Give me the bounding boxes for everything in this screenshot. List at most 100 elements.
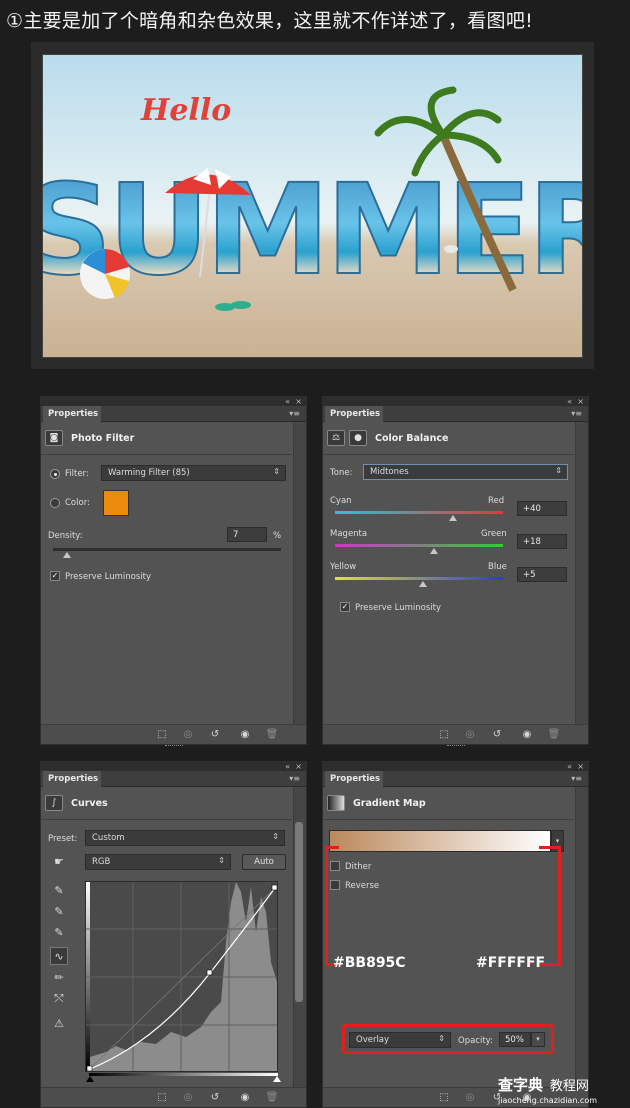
color-radio[interactable] (50, 498, 60, 508)
filter-select[interactable]: Warming Filter (85) ⇕ (101, 465, 286, 481)
cyan-red-value[interactable]: +40 (517, 501, 567, 516)
opacity-label: Opacity: (458, 1036, 493, 1046)
close-icon[interactable]: × (577, 397, 584, 406)
preset-select[interactable]: Custom ⇕ (85, 830, 285, 846)
reset-icon[interactable]: ↺ (208, 729, 222, 741)
close-icon[interactable]: × (577, 762, 584, 771)
preserve-luminosity-checkbox[interactable]: ✓ (50, 571, 60, 581)
balance-scale-icon: ⚖ (327, 430, 345, 446)
pencil-tool-icon[interactable]: ✏ (50, 969, 68, 987)
cyan-red-slider-thumb[interactable] (449, 515, 457, 521)
panel-tabbar: Properties ▾≡ (323, 771, 588, 787)
panel-menu-icon[interactable]: ▾≡ (571, 774, 582, 783)
panel-scrollbar[interactable] (293, 422, 306, 724)
panel-scrollbar[interactable] (575, 787, 588, 1087)
panel-title: Gradient Map (353, 797, 426, 809)
gray-point-eyedropper-icon[interactable]: ✎ (50, 903, 68, 921)
white-input-slider[interactable] (273, 1076, 281, 1082)
panel-menu-icon[interactable]: ▾≡ (289, 409, 300, 418)
panel-header: ⚖ ● Color Balance (327, 427, 566, 449)
resize-grip[interactable] (164, 745, 183, 747)
photo-filter-panel: « × Properties ▾≡ ◙ Photo Filter Filter:… (40, 396, 307, 747)
close-icon[interactable]: × (295, 397, 302, 406)
density-slider-track[interactable] (53, 548, 281, 551)
collapse-icon[interactable]: « (285, 762, 290, 771)
density-slider-thumb[interactable] (63, 552, 71, 558)
blend-mode-select[interactable]: Overlay ⇕ (349, 1032, 451, 1048)
clip-to-layer-icon[interactable]: ⬚ (155, 1092, 169, 1104)
panel-menu-icon[interactable]: ▾≡ (289, 774, 300, 783)
smooth-icon[interactable]: ⤲ (50, 990, 68, 1008)
view-previous-icon[interactable]: ◎ (463, 729, 477, 741)
watermark: 查字典 教程网 jiaocheng.chazidian.com (498, 1074, 626, 1106)
preserve-luminosity-label: Preserve Luminosity (355, 603, 441, 613)
yellow-blue-value[interactable]: +5 (517, 567, 567, 582)
color-swatch[interactable] (103, 490, 129, 516)
start-color-hex-label: #BB895C (333, 955, 406, 971)
black-input-slider[interactable] (86, 1076, 94, 1082)
reset-icon[interactable]: ↺ (490, 729, 504, 741)
view-previous-icon[interactable]: ◎ (463, 1092, 477, 1104)
clip-to-layer-icon[interactable]: ⬚ (437, 1092, 451, 1104)
clipping-warning-icon[interactable]: ⚠ (50, 1015, 68, 1033)
trash-icon[interactable]: 🗑 (265, 729, 279, 741)
red-label: Red (488, 496, 505, 506)
magenta-green-slider-track[interactable] (335, 544, 503, 547)
visibility-eye-icon[interactable]: ◉ (238, 1092, 252, 1104)
yellow-label: Yellow (330, 562, 357, 572)
yellow-blue-slider-track[interactable] (335, 577, 503, 580)
tab-properties[interactable]: Properties (325, 771, 383, 787)
preset-label: Preset: (48, 834, 78, 844)
yellow-blue-slider-thumb[interactable] (419, 581, 427, 587)
close-icon[interactable]: × (295, 762, 302, 771)
trash-icon[interactable]: 🗑 (265, 1092, 279, 1104)
tab-properties[interactable]: Properties (43, 406, 101, 422)
visibility-eye-icon[interactable]: ◉ (238, 729, 252, 741)
curve-point-tool-icon[interactable]: ∿ (50, 947, 68, 965)
filter-radio[interactable] (50, 469, 60, 479)
watermark-site: 教程网 (549, 1079, 589, 1094)
blue-label: Blue (488, 562, 507, 572)
panel-header: ◙ Photo Filter (45, 427, 284, 449)
tab-properties[interactable]: Properties (325, 406, 383, 422)
white-point-eyedropper-icon[interactable]: ✎ (50, 924, 68, 942)
view-previous-icon[interactable]: ◎ (181, 729, 195, 741)
panel-footer: ⬚ ◎ ↺ ◉ 🗑 (323, 724, 588, 747)
opacity-dropdown-arrow[interactable]: ▾ (531, 1032, 545, 1047)
collapse-icon[interactable]: « (567, 397, 572, 406)
color-balance-panel: « × Properties ▾≡ ⚖ ● Color Balance Tone… (322, 396, 589, 747)
view-previous-icon[interactable]: ◎ (181, 1092, 195, 1104)
select-arrows-icon: ⇕ (218, 856, 225, 865)
clip-to-layer-icon[interactable]: ⬚ (155, 729, 169, 741)
density-field[interactable]: 7 (227, 527, 267, 542)
curve-graph[interactable] (85, 881, 278, 1072)
panel-scrollbar[interactable] (575, 422, 588, 724)
scrollbar-thumb[interactable] (295, 822, 303, 1002)
magenta-green-value[interactable]: +18 (517, 534, 567, 549)
black-point-eyedropper-icon[interactable]: ✎ (50, 882, 68, 900)
visibility-eye-icon[interactable]: ◉ (520, 729, 534, 741)
cyan-red-slider-track[interactable] (335, 511, 503, 514)
magenta-green-slider-thumb[interactable] (430, 548, 438, 554)
collapse-icon[interactable]: « (567, 762, 572, 771)
collapse-icon[interactable]: « (285, 397, 290, 406)
preserve-luminosity-checkbox[interactable]: ✓ (340, 602, 350, 612)
gradient-preview-bar[interactable] (329, 830, 551, 852)
panel-menu-icon[interactable]: ▾≡ (571, 409, 582, 418)
hello-text: Hello (140, 93, 231, 128)
auto-button[interactable]: Auto (242, 854, 286, 870)
resize-grip[interactable] (446, 745, 465, 747)
hand-adjust-icon[interactable]: ☛ (50, 853, 68, 871)
trash-icon[interactable]: 🗑 (547, 729, 561, 741)
opacity-field[interactable]: 50% (499, 1032, 531, 1047)
panel-titlebar[interactable]: « × (323, 397, 588, 406)
channel-select[interactable]: RGB ⇕ (85, 854, 231, 870)
clip-to-layer-icon[interactable]: ⬚ (437, 729, 451, 741)
reset-icon[interactable]: ↺ (208, 1092, 222, 1104)
panel-titlebar[interactable]: « × (323, 762, 588, 771)
header-divider (41, 454, 292, 455)
panel-titlebar[interactable]: « × (41, 762, 306, 771)
tab-properties[interactable]: Properties (43, 771, 101, 787)
panel-titlebar[interactable]: « × (41, 397, 306, 406)
tone-select[interactable]: Midtones ⇕ (363, 464, 568, 480)
